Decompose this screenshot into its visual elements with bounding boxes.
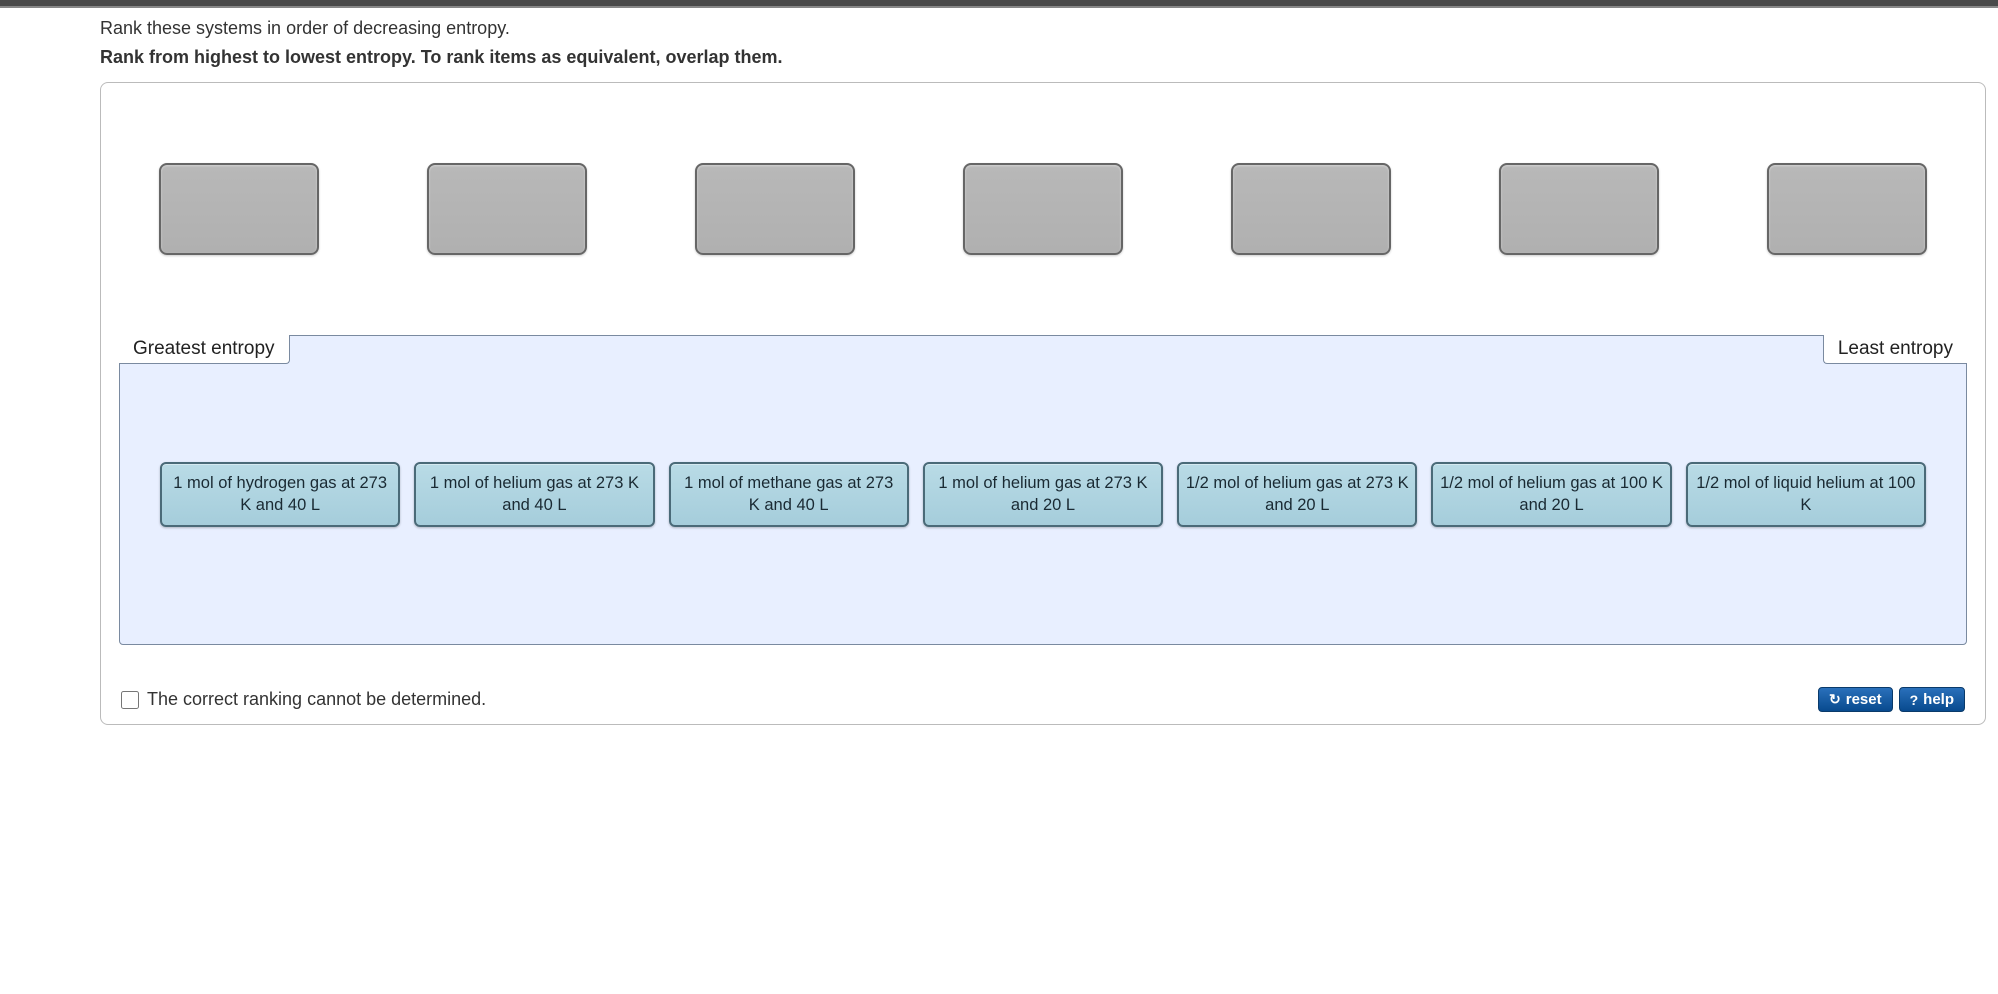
question-container: Rank these systems in order of decreasin… <box>0 8 1998 745</box>
rank-item[interactable]: 1 mol of hydrogen gas at 273 K and 40 L <box>160 462 400 527</box>
rank-item[interactable]: 1 mol of helium gas at 273 K and 20 L <box>923 462 1163 527</box>
reset-icon: ↻ <box>1829 691 1841 708</box>
items-row: 1 mol of hydrogen gas at 273 K and 40 L … <box>120 362 1966 567</box>
instruction-text-2: Rank from highest to lowest entropy. To … <box>100 47 1986 68</box>
cannot-determine-checkbox[interactable] <box>121 691 139 709</box>
rank-item[interactable]: 1 mol of helium gas at 273 K and 40 L <box>414 462 654 527</box>
ranking-panel: Greatest entropy Least entropy 1 mol of … <box>100 82 1986 725</box>
panel-footer: The correct ranking cannot be determined… <box>119 687 1967 712</box>
reset-label: reset <box>1846 691 1882 708</box>
drop-slot[interactable] <box>695 163 855 255</box>
drop-targets-row <box>119 103 1967 295</box>
rank-item[interactable]: 1/2 mol of liquid helium at 100 K <box>1686 462 1926 527</box>
cannot-determine-label: The correct ranking cannot be determined… <box>147 689 486 710</box>
drop-slot[interactable] <box>427 163 587 255</box>
rank-area: Greatest entropy Least entropy 1 mol of … <box>119 335 1967 645</box>
drop-slot[interactable] <box>1499 163 1659 255</box>
window-top-bar <box>0 0 1998 8</box>
drop-slot[interactable] <box>963 163 1123 255</box>
footer-buttons: ↻ reset ? help <box>1818 687 1965 712</box>
greatest-entropy-label: Greatest entropy <box>119 335 290 364</box>
cannot-determine-option[interactable]: The correct ranking cannot be determined… <box>121 689 486 710</box>
drop-slot[interactable] <box>1231 163 1391 255</box>
rank-item[interactable]: 1 mol of methane gas at 273 K and 40 L <box>669 462 909 527</box>
help-label: help <box>1923 691 1954 708</box>
instruction-text-1: Rank these systems in order of decreasin… <box>100 18 1986 39</box>
drop-slot[interactable] <box>1767 163 1927 255</box>
drop-slot[interactable] <box>159 163 319 255</box>
rank-item[interactable]: 1/2 mol of helium gas at 100 K and 20 L <box>1431 462 1671 527</box>
help-button[interactable]: ? help <box>1899 687 1965 712</box>
least-entropy-label: Least entropy <box>1823 335 1967 364</box>
rank-item[interactable]: 1/2 mol of helium gas at 273 K and 20 L <box>1177 462 1417 527</box>
reset-button[interactable]: ↻ reset <box>1818 687 1893 712</box>
help-icon: ? <box>1910 692 1919 708</box>
